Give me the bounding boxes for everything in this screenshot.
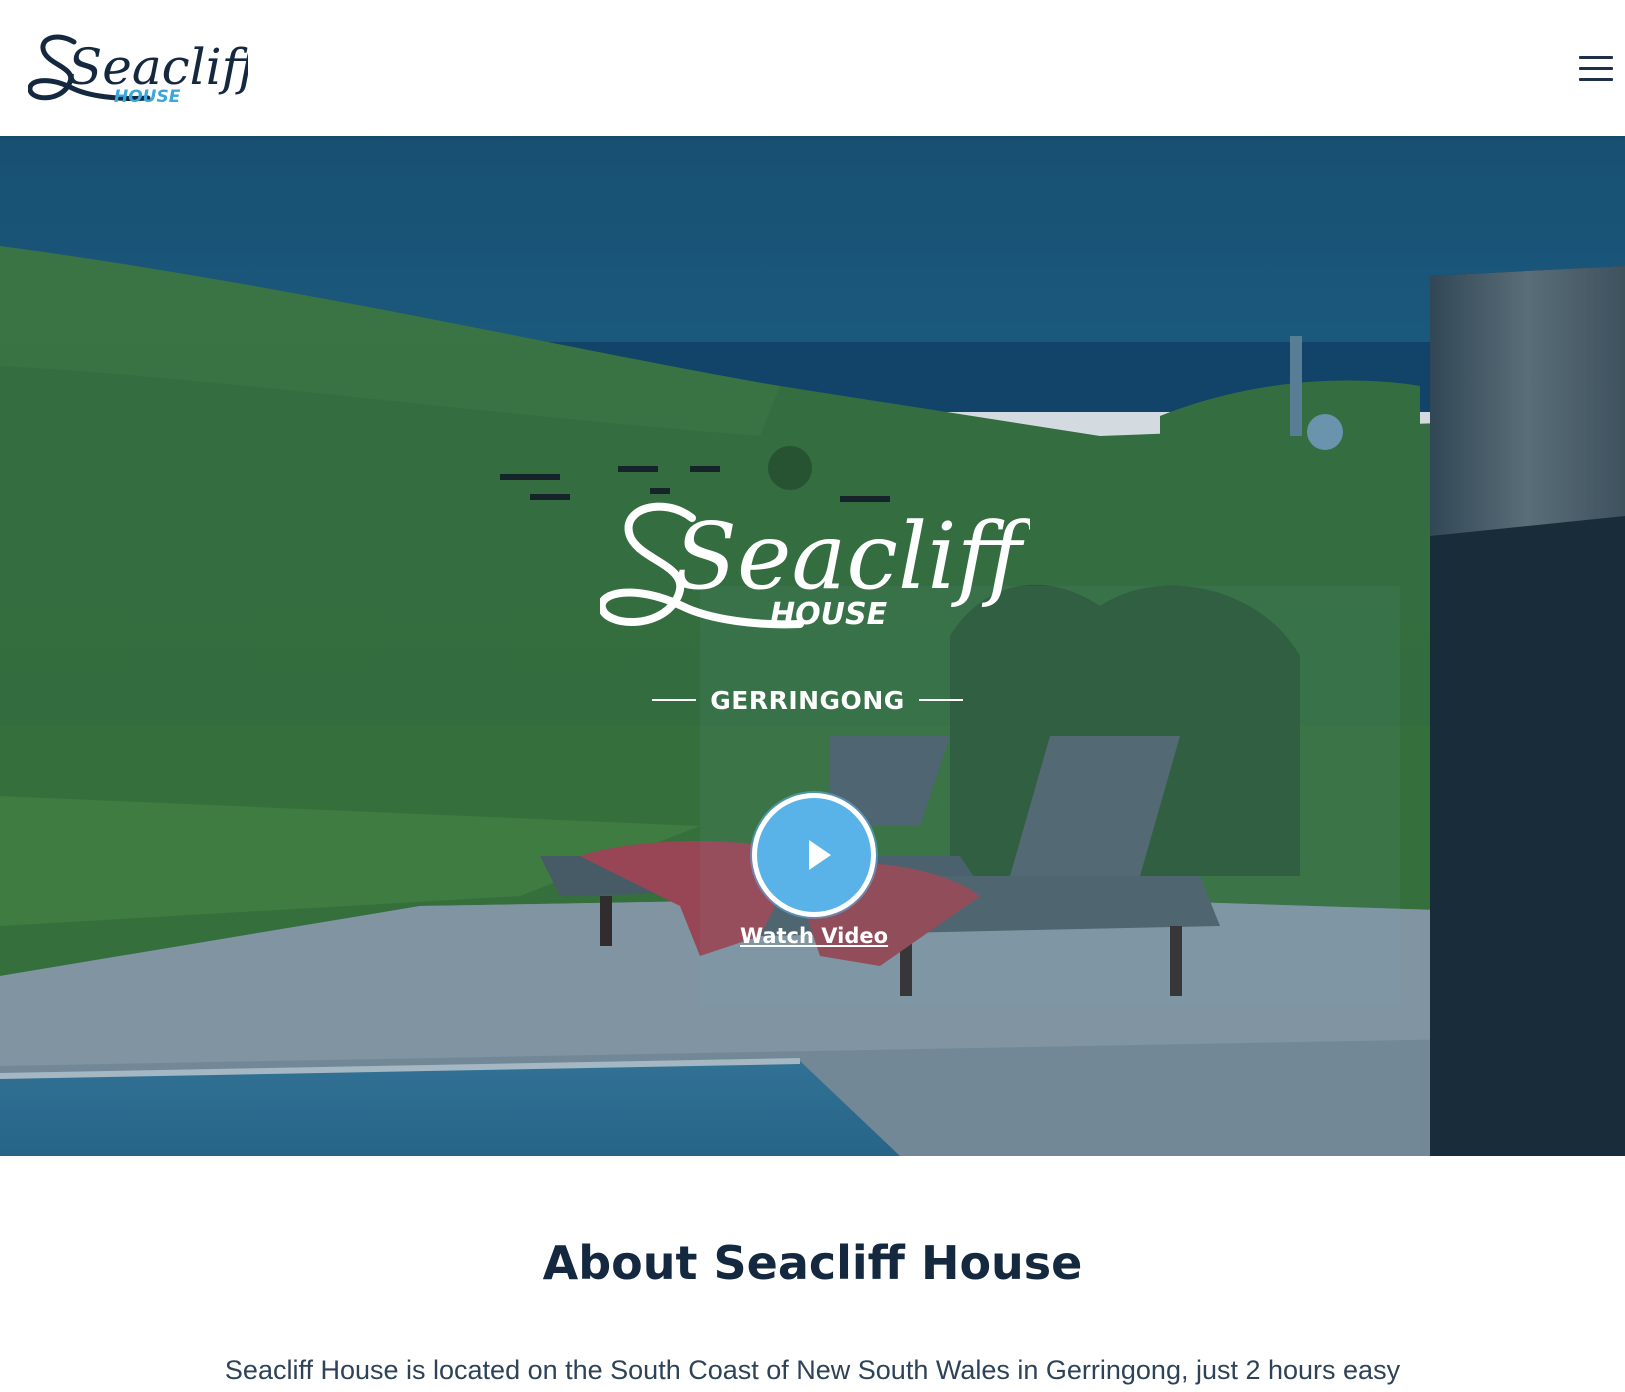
tagline-rule-left bbox=[652, 699, 697, 701]
hero-logo: Seacliff HOUSE bbox=[597, 496, 1036, 696]
hero-logo-sub: HOUSE bbox=[770, 597, 888, 632]
logo-sub-text: HOUSE bbox=[114, 87, 181, 107]
hero-tagline: GERRINGONG bbox=[650, 680, 965, 720]
seacliff-logo-mark: Seacliff HOUSE bbox=[28, 34, 248, 107]
about-heading: About Seacliff House bbox=[542, 1236, 1083, 1290]
about-intro-text: Seacliff House is located on the South C… bbox=[224, 1355, 1401, 1385]
hero-logo-script: Seacliff bbox=[674, 503, 1030, 610]
watch-video-link[interactable]: Watch Video bbox=[714, 924, 914, 948]
hamburger-menu-icon[interactable] bbox=[1574, 50, 1614, 88]
site-header: Seacliff HOUSE bbox=[0, 0, 1625, 136]
play-icon bbox=[809, 840, 831, 870]
tagline-rule-right bbox=[918, 699, 963, 701]
tagline-text: GERRINGONG bbox=[710, 685, 905, 715]
hero-section: Seacliff HOUSE GERRINGONG Watch Video bbox=[0, 136, 1625, 1156]
play-video-button[interactable] bbox=[752, 793, 876, 917]
menu-bar bbox=[1579, 78, 1613, 81]
menu-bar bbox=[1579, 67, 1613, 70]
site-logo[interactable]: Seacliff HOUSE bbox=[28, 28, 248, 110]
menu-bar bbox=[1579, 56, 1613, 59]
